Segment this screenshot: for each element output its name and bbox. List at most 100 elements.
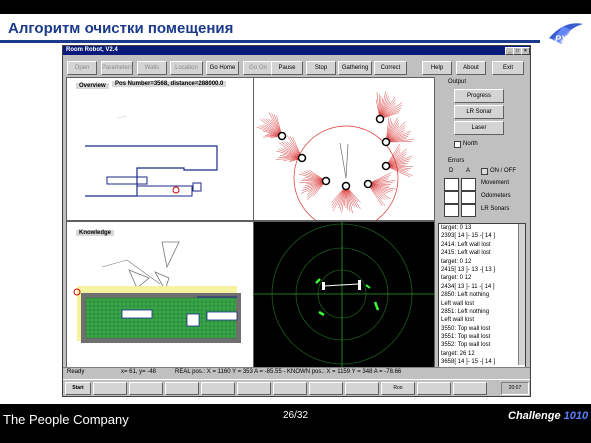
title-rule <box>0 40 540 43</box>
movement-error-a <box>461 178 476 191</box>
log-line[interactable]: 2415[ 13 ]- 13 -[ 13 ] <box>439 266 525 274</box>
open-button[interactable]: Open <box>67 61 97 75</box>
about-button[interactable]: About <box>456 61 486 75</box>
onoff-checkbox[interactable] <box>481 168 488 175</box>
walls-button[interactable]: Walls <box>137 61 167 75</box>
parameters-button[interactable]: Parameters <box>101 61 133 75</box>
log-line[interactable]: target: 26 12 <box>439 350 525 358</box>
correct-button[interactable]: Correct <box>374 61 407 75</box>
robot-marker <box>381 161 391 171</box>
knowledge-map <box>73 241 241 343</box>
start-button[interactable]: Start <box>65 382 91 395</box>
movement-error-d <box>444 178 459 191</box>
taskbar-item[interactable] <box>237 382 271 395</box>
footer-challenge-number: 1010 <box>563 410 589 422</box>
log-line[interactable]: 3552: Top wall lost <box>439 341 525 349</box>
errors-col-d: D <box>449 168 454 174</box>
status-bar: Ready x= 61, y= -48 REAL pos.: X = 1160 … <box>63 367 530 378</box>
footer-challenge: Challenge 1010 <box>508 410 588 422</box>
gathering-button[interactable]: Gathering <box>338 61 372 75</box>
taskbar-item[interactable]: Roo <box>381 382 415 395</box>
help-button[interactable]: Help <box>422 61 452 75</box>
log-line[interactable]: target: 0 12 <box>439 274 525 282</box>
slide-title: Алгоритм очистки помещения <box>8 20 234 37</box>
taskbar-clock: 20:07 <box>501 382 529 395</box>
log-line[interactable]: 2434[ 13 ]- 11 -[ 14 ] <box>439 283 525 291</box>
robot-marker <box>321 176 331 186</box>
room-robot-window: Room Robot, V2.4 _ □ × Open Parameters W… <box>62 45 531 397</box>
taskbar-item[interactable] <box>129 382 163 395</box>
eye-logo-icon: PX <box>549 23 583 44</box>
stop-button[interactable]: Stop <box>306 61 336 75</box>
footer-page-number: 26/32 <box>283 410 309 421</box>
pause-button[interactable]: Pause <box>271 61 303 75</box>
lr-sonars-error-d <box>444 204 459 217</box>
errors-label: Errors <box>448 158 465 164</box>
laser-radar-view <box>254 222 434 367</box>
log-line[interactable]: Left wall lost <box>439 316 525 324</box>
log-line[interactable]: target: 0 12 <box>439 258 525 266</box>
log-line[interactable]: target: 0 13 <box>439 224 525 232</box>
overview-pane[interactable]: Overview Pos Number=3568, distance=28800… <box>66 77 254 221</box>
window-titlebar: Room Robot, V2.4 _ □ × <box>63 46 530 55</box>
taskbar-item[interactable] <box>201 382 235 395</box>
log-line[interactable]: 3551: Top wall lost <box>439 333 525 341</box>
location-button[interactable]: Location <box>170 61 203 75</box>
status-ready: Ready <box>67 369 85 375</box>
robot-marker <box>297 153 307 163</box>
status-coords: x= 61, y= -48 <box>121 369 157 375</box>
odometers-error-d <box>444 191 459 204</box>
odometers-label: Odometers <box>481 193 511 199</box>
event-log-list[interactable]: target: 0 13 2393[ 14 ]- 15 -[ 14 ] 2414: … <box>438 223 526 368</box>
north-label: North <box>463 141 478 147</box>
sonar-pane[interactable] <box>253 77 435 221</box>
log-line[interactable]: Left wall lost <box>439 300 525 308</box>
close-icon[interactable]: × <box>521 47 530 55</box>
footer-challenge-word: Challenge <box>508 410 561 422</box>
go-on-button[interactable]: Go On <box>243 61 273 75</box>
robot-marker <box>363 179 373 189</box>
log-line[interactable]: 3658[ 14 ]- 15 -[ 14 ] <box>439 358 525 366</box>
robot-marker <box>381 137 391 147</box>
log-line[interactable]: 2414: Left wall lost <box>439 241 525 249</box>
log-line[interactable]: 2850: Left nothing <box>439 291 525 299</box>
go-home-button[interactable]: Go Home <box>206 61 239 75</box>
robot-marker <box>341 181 351 191</box>
window-title: Room Robot, V2.4 <box>66 47 118 53</box>
log-line[interactable]: 2851: Left nothing <box>439 308 525 316</box>
taskbar-item[interactable] <box>273 382 307 395</box>
log-line[interactable]: 3550: Top wall lost <box>439 325 525 333</box>
taskbar-item[interactable] <box>93 382 127 395</box>
lr-sonars-label: LR Sonars <box>481 206 510 212</box>
taskbar-item[interactable] <box>165 382 199 395</box>
top-bar <box>0 0 591 14</box>
robot-marker <box>375 114 385 124</box>
movement-label: Movement <box>481 180 510 186</box>
sonar-rays-view <box>256 91 414 220</box>
log-line[interactable]: 2415: Left wall lost <box>439 249 525 257</box>
lr-sonars-error-a <box>461 204 476 217</box>
footer-company: The People Company <box>3 412 129 427</box>
taskbar-item[interactable] <box>417 382 451 395</box>
log-line[interactable]: 2393[ 14 ]- 15 -[ 14 ] <box>439 232 525 240</box>
progress-button[interactable]: Progress <box>454 89 504 103</box>
lr-sonar-button[interactable]: LR Sonar <box>454 105 504 119</box>
errors-col-a: A <box>466 168 471 174</box>
robot-marker <box>277 131 287 141</box>
log-scrollbar[interactable] <box>518 224 525 365</box>
knowledge-pane[interactable]: Knowledge <box>66 221 254 368</box>
north-checkbox[interactable] <box>454 141 461 148</box>
odometers-error-a <box>461 191 476 204</box>
laser-button[interactable]: Laser <box>454 121 504 135</box>
taskbar-item[interactable] <box>345 382 379 395</box>
taskbar: Start Roo 20:07 <box>63 379 530 396</box>
onoff-label: ON / OFF <box>490 168 516 174</box>
exit-button[interactable]: Exit <box>492 61 524 75</box>
taskbar-item[interactable] <box>309 382 343 395</box>
taskbar-item[interactable] <box>453 382 487 395</box>
overview-map <box>85 115 218 197</box>
status-real-pos: REAL pos.: X = 1160 Y = 353 A = -85.55 -… <box>175 369 402 375</box>
output-label: Output <box>448 79 467 85</box>
radar-pane[interactable] <box>253 221 435 368</box>
svg-text:PX: PX <box>555 34 568 44</box>
